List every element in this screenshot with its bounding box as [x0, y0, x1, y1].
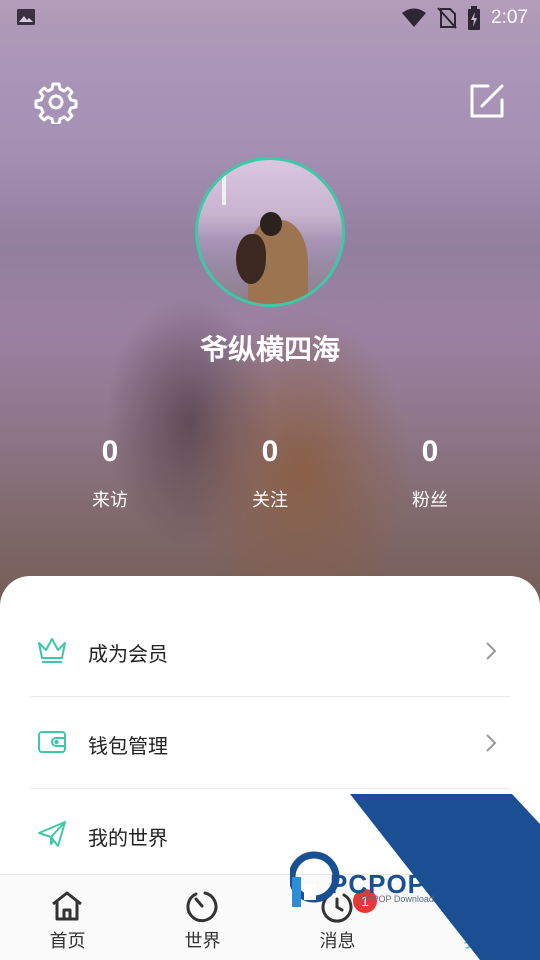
stat-visitors[interactable]: 0 来访	[50, 430, 170, 512]
stat-fans-value: 0	[421, 435, 439, 468]
stat-fans-label: 粉丝	[412, 490, 448, 511]
divider	[30, 696, 510, 697]
avatar-photo-hair	[236, 234, 266, 284]
crown-icon	[38, 638, 66, 663]
nav-label: 首页	[49, 931, 86, 952]
stat-following-value: 0	[261, 435, 279, 468]
stat-following[interactable]: 0 关注	[210, 430, 330, 512]
watermark: PCPOP下载 PCPOP Download	[290, 794, 540, 960]
stat-following-label: 关注	[252, 490, 288, 511]
menu-item-membership[interactable]: 成为会员	[30, 606, 510, 698]
gear-icon	[34, 82, 78, 126]
menu-item-wallet[interactable]: 钱包管理	[30, 698, 510, 790]
profile-background	[0, 0, 540, 620]
menu-item-label: 成为会员	[88, 642, 168, 666]
stat-visitors-label: 来访	[92, 490, 128, 511]
edit-icon	[470, 84, 504, 118]
avatar-photo-head	[260, 212, 282, 236]
no-sim-icon	[437, 7, 457, 29]
divider	[30, 788, 510, 789]
nav-item-home[interactable]: 首页	[0, 875, 135, 960]
edit-profile-button[interactable]	[466, 80, 508, 122]
nav-item-world[interactable]: 世界	[135, 875, 270, 960]
username: 爷纵横四海	[199, 333, 340, 366]
avatar[interactable]	[195, 157, 345, 307]
image-icon	[17, 9, 35, 25]
profile-stats: 0 来访 0 关注 0 粉丝	[0, 430, 540, 520]
stat-fans[interactable]: 0 粉丝	[370, 430, 490, 512]
chevron-right-icon	[486, 642, 497, 660]
menu-item-label: 钱包管理	[88, 734, 168, 758]
paper-plane-icon	[38, 821, 66, 847]
chevron-right-icon	[486, 734, 497, 752]
wallet-icon	[38, 731, 66, 753]
stat-visitors-value: 0	[101, 435, 119, 468]
watermark-subtext: PCPOP Download	[360, 894, 434, 904]
nav-label: 世界	[184, 931, 221, 952]
home-icon	[52, 891, 82, 921]
avatar-photo-detail	[222, 175, 226, 205]
settings-button[interactable]	[34, 80, 78, 126]
status-bar: 2:07	[0, 0, 540, 36]
menu-item-label: 我的世界	[88, 826, 168, 850]
status-time: 2:07	[491, 7, 528, 28]
wifi-icon	[402, 8, 427, 27]
compass-icon	[186, 891, 218, 923]
battery-charging-icon	[468, 6, 481, 30]
